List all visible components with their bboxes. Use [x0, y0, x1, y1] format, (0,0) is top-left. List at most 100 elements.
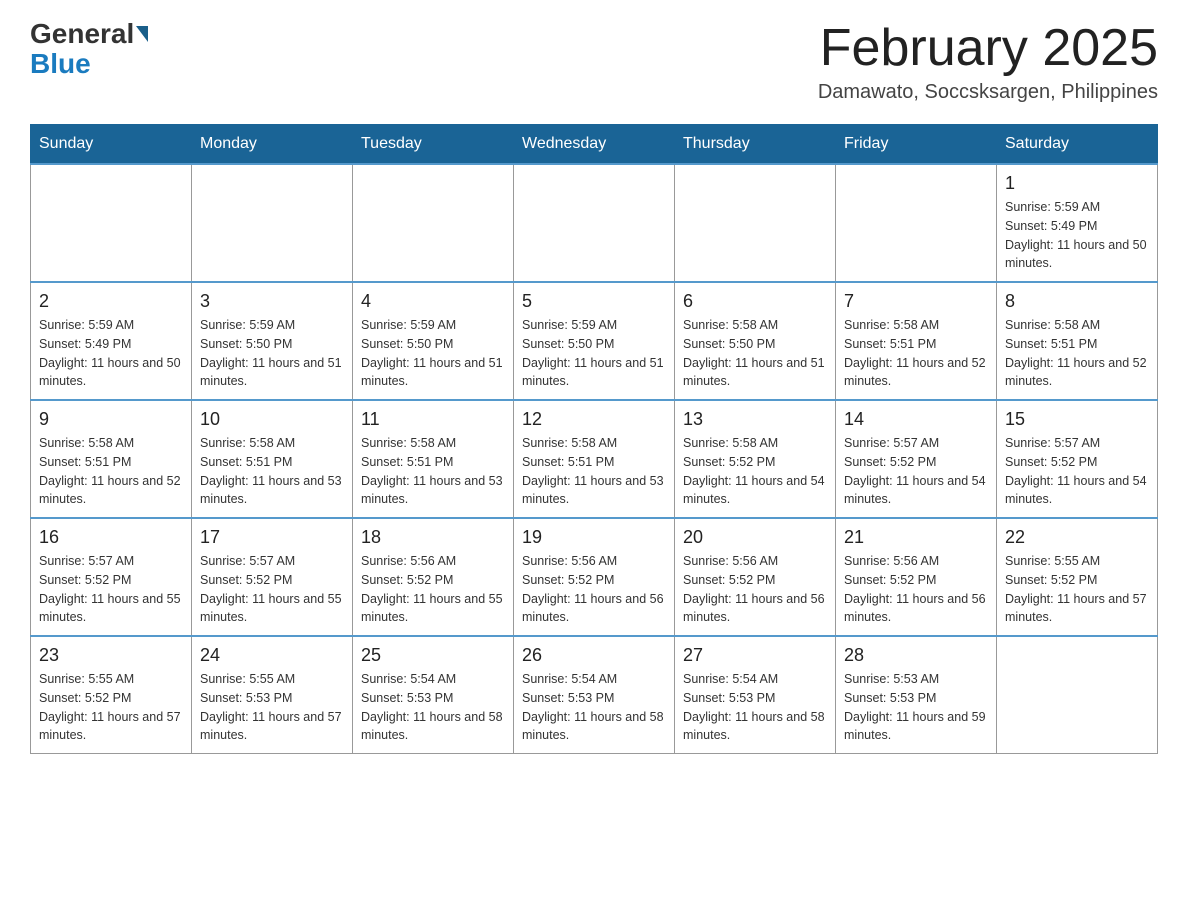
day-info: Sunrise: 5:59 AMSunset: 5:49 PMDaylight:…: [39, 316, 183, 391]
calendar-cell: 23 Sunrise: 5:55 AMSunset: 5:52 PMDayligh…: [31, 636, 192, 754]
calendar-cell: [514, 164, 675, 282]
day-info: Sunrise: 5:57 AMSunset: 5:52 PMDaylight:…: [39, 552, 183, 627]
day-number: 16: [39, 527, 183, 548]
calendar-cell: 5 Sunrise: 5:59 AMSunset: 5:50 PMDaylight…: [514, 282, 675, 400]
logo-general: General: [30, 20, 134, 48]
day-number: 19: [522, 527, 666, 548]
calendar-cell: 17 Sunrise: 5:57 AMSunset: 5:52 PMDayligh…: [192, 518, 353, 636]
day-info: Sunrise: 5:59 AMSunset: 5:50 PMDaylight:…: [200, 316, 344, 391]
day-info: Sunrise: 5:58 AMSunset: 5:52 PMDaylight:…: [683, 434, 827, 509]
calendar-cell: 27Sunrise: 5:54 AMSunset: 5:53 PMDayligh…: [675, 636, 836, 754]
day-info: Sunrise: 5:59 AMSunset: 5:50 PMDaylight:…: [522, 316, 666, 391]
day-number: 14: [844, 409, 988, 430]
calendar-header-row: SundayMondayTuesdayWednesdayThursdayFrid…: [31, 125, 1158, 165]
header-wednesday: Wednesday: [514, 125, 675, 165]
day-info: Sunrise: 5:58 AMSunset: 5:50 PMDaylight:…: [683, 316, 827, 391]
calendar-table: SundayMondayTuesdayWednesdayThursdayFrid…: [30, 124, 1158, 754]
header-saturday: Saturday: [997, 125, 1158, 165]
header-sunday: Sunday: [31, 125, 192, 165]
day-number: 6: [683, 291, 827, 312]
day-number: 15: [1005, 409, 1149, 430]
month-title: February 2025: [818, 20, 1158, 77]
day-info: Sunrise: 5:56 AMSunset: 5:52 PMDaylight:…: [522, 552, 666, 627]
day-number: 13: [683, 409, 827, 430]
day-info: Sunrise: 5:58 AMSunset: 5:51 PMDaylight:…: [361, 434, 505, 509]
calendar-cell: 15 Sunrise: 5:57 AMSunset: 5:52 PMDayligh…: [997, 400, 1158, 518]
week-row-4: 23 Sunrise: 5:55 AMSunset: 5:52 PMDayligh…: [31, 636, 1158, 754]
day-info: Sunrise: 5:57 AMSunset: 5:52 PMDaylight:…: [844, 434, 988, 509]
day-number: 17: [200, 527, 344, 548]
day-number: 1: [1005, 173, 1149, 194]
day-info: Sunrise: 5:57 AMSunset: 5:52 PMDaylight:…: [200, 552, 344, 627]
day-info: Sunrise: 5:58 AMSunset: 5:51 PMDaylight:…: [200, 434, 344, 509]
day-info: Sunrise: 5:55 AMSunset: 5:52 PMDaylight:…: [1005, 552, 1149, 627]
location-title: Damawato, Soccsksargen, Philippines: [818, 81, 1158, 104]
calendar-cell: 8 Sunrise: 5:58 AMSunset: 5:51 PMDaylight…: [997, 282, 1158, 400]
calendar-cell: [836, 164, 997, 282]
calendar-cell: 16 Sunrise: 5:57 AMSunset: 5:52 PMDayligh…: [31, 518, 192, 636]
day-info: Sunrise: 5:58 AMSunset: 5:51 PMDaylight:…: [522, 434, 666, 509]
day-info: Sunrise: 5:59 AMSunset: 5:50 PMDaylight:…: [361, 316, 505, 391]
day-number: 25: [361, 645, 505, 666]
day-info: Sunrise: 5:55 AMSunset: 5:53 PMDaylight:…: [200, 670, 344, 745]
day-number: 9: [39, 409, 183, 430]
day-number: 2: [39, 291, 183, 312]
day-number: 26: [522, 645, 666, 666]
day-info: Sunrise: 5:53 AMSunset: 5:53 PMDaylight:…: [844, 670, 988, 745]
calendar-cell: [675, 164, 836, 282]
logo-triangle-icon: [136, 26, 148, 42]
header-monday: Monday: [192, 125, 353, 165]
day-number: 22: [1005, 527, 1149, 548]
day-number: 12: [522, 409, 666, 430]
header-friday: Friday: [836, 125, 997, 165]
calendar-cell: 20 Sunrise: 5:56 AMSunset: 5:52 PMDayligh…: [675, 518, 836, 636]
page-header: General Blue February 2025 Damawato, Soc…: [30, 20, 1158, 104]
calendar-cell: 7Sunrise: 5:58 AMSunset: 5:51 PMDaylight…: [836, 282, 997, 400]
day-number: 8: [1005, 291, 1149, 312]
day-info: Sunrise: 5:54 AMSunset: 5:53 PMDaylight:…: [522, 670, 666, 745]
day-info: Sunrise: 5:54 AMSunset: 5:53 PMDaylight:…: [361, 670, 505, 745]
calendar-cell: 22 Sunrise: 5:55 AMSunset: 5:52 PMDayligh…: [997, 518, 1158, 636]
day-number: 3: [200, 291, 344, 312]
day-info: Sunrise: 5:58 AMSunset: 5:51 PMDaylight:…: [39, 434, 183, 509]
day-info: Sunrise: 5:56 AMSunset: 5:52 PMDaylight:…: [844, 552, 988, 627]
calendar-cell: 24 Sunrise: 5:55 AMSunset: 5:53 PMDayligh…: [192, 636, 353, 754]
day-number: 18: [361, 527, 505, 548]
calendar-cell: [31, 164, 192, 282]
calendar-cell: [353, 164, 514, 282]
calendar-cell: 21 Sunrise: 5:56 AMSunset: 5:52 PMDayligh…: [836, 518, 997, 636]
day-number: 27: [683, 645, 827, 666]
day-info: Sunrise: 5:59 AMSunset: 5:49 PMDaylight:…: [1005, 198, 1149, 273]
calendar-cell: 1 Sunrise: 5:59 AMSunset: 5:49 PMDaylight…: [997, 164, 1158, 282]
calendar-cell: 25 Sunrise: 5:54 AMSunset: 5:53 PMDayligh…: [353, 636, 514, 754]
header-thursday: Thursday: [675, 125, 836, 165]
day-number: 28: [844, 645, 988, 666]
day-info: Sunrise: 5:55 AMSunset: 5:52 PMDaylight:…: [39, 670, 183, 745]
calendar-cell: 9 Sunrise: 5:58 AMSunset: 5:51 PMDaylight…: [31, 400, 192, 518]
week-row-0: 1 Sunrise: 5:59 AMSunset: 5:49 PMDaylight…: [31, 164, 1158, 282]
day-number: 11: [361, 409, 505, 430]
week-row-1: 2 Sunrise: 5:59 AMSunset: 5:49 PMDaylight…: [31, 282, 1158, 400]
day-info: Sunrise: 5:56 AMSunset: 5:52 PMDaylight:…: [361, 552, 505, 627]
day-number: 21: [844, 527, 988, 548]
day-number: 24: [200, 645, 344, 666]
title-block: February 2025 Damawato, Soccsksargen, Ph…: [818, 20, 1158, 104]
logo: General Blue: [30, 20, 148, 80]
calendar-cell: 14 Sunrise: 5:57 AMSunset: 5:52 PMDayligh…: [836, 400, 997, 518]
day-info: Sunrise: 5:57 AMSunset: 5:52 PMDaylight:…: [1005, 434, 1149, 509]
calendar-cell: 13 Sunrise: 5:58 AMSunset: 5:52 PMDayligh…: [675, 400, 836, 518]
day-number: 4: [361, 291, 505, 312]
calendar-cell: 11 Sunrise: 5:58 AMSunset: 5:51 PMDayligh…: [353, 400, 514, 518]
calendar-cell: 10 Sunrise: 5:58 AMSunset: 5:51 PMDayligh…: [192, 400, 353, 518]
day-number: 10: [200, 409, 344, 430]
week-row-3: 16 Sunrise: 5:57 AMSunset: 5:52 PMDayligh…: [31, 518, 1158, 636]
day-number: 5: [522, 291, 666, 312]
calendar-cell: [997, 636, 1158, 754]
calendar-cell: 18 Sunrise: 5:56 AMSunset: 5:52 PMDayligh…: [353, 518, 514, 636]
header-tuesday: Tuesday: [353, 125, 514, 165]
day-info: Sunrise: 5:58 AMSunset: 5:51 PMDaylight:…: [1005, 316, 1149, 391]
calendar-cell: 4 Sunrise: 5:59 AMSunset: 5:50 PMDaylight…: [353, 282, 514, 400]
day-number: 23: [39, 645, 183, 666]
day-info: Sunrise: 5:56 AMSunset: 5:52 PMDaylight:…: [683, 552, 827, 627]
day-number: 20: [683, 527, 827, 548]
